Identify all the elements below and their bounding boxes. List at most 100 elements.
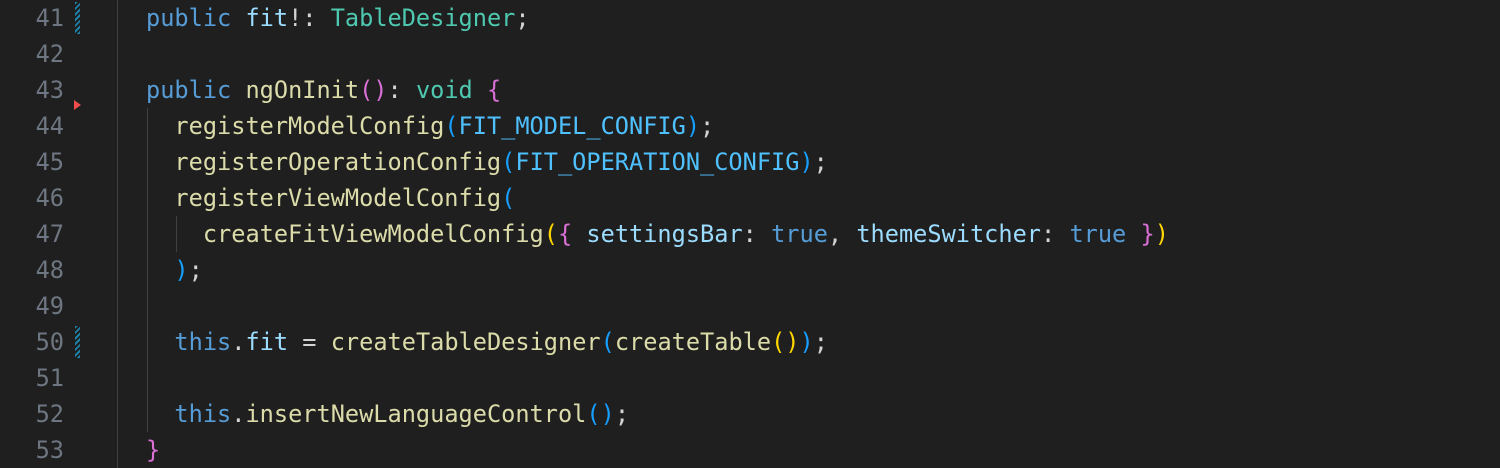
code-text: registerOperationConfig(FIT_OPERATION_CO… (146, 144, 828, 180)
code-token: createTableDesigner (330, 328, 601, 356)
code-text: createFitViewModelConfig({ settingsBar: … (146, 216, 1169, 252)
code-token: fit (245, 4, 289, 32)
code-token: ; (813, 328, 828, 356)
code-line[interactable]: 53} (0, 432, 1500, 468)
code-token: () (586, 400, 615, 428)
line-number[interactable]: 50 (0, 324, 64, 360)
code-token: public (146, 4, 232, 32)
code-token: this (174, 328, 232, 356)
code-line[interactable]: 48 ); (0, 252, 1500, 288)
line-number[interactable]: 53 (0, 432, 64, 468)
code-token: ) (174, 256, 189, 284)
code-token: . (231, 328, 246, 356)
code-token: registerOperationConfig (174, 148, 502, 176)
code-text: this.fit = createTableDesigner(createTab… (146, 324, 828, 360)
code-token: } (1140, 220, 1155, 248)
code-token: () (359, 76, 388, 104)
code-token: true (1069, 220, 1127, 248)
code-token: ; (188, 256, 203, 284)
line-number[interactable]: 43 (0, 72, 64, 108)
code-token: ) (799, 328, 814, 356)
code-line[interactable]: 43 public ngOnInit(): void { (0, 72, 1500, 108)
code-line[interactable]: 51 (0, 360, 1500, 396)
line-number[interactable]: 47 (0, 216, 64, 252)
line-number[interactable]: 45 (0, 144, 64, 180)
code-text: public fit!: TableDesigner; (146, 0, 530, 36)
code-line[interactable]: 46 registerViewModelConfig( (0, 180, 1500, 216)
code-line[interactable]: 42 (0, 36, 1500, 72)
code-token: : (1041, 220, 1070, 248)
code-token: ; (700, 112, 715, 140)
code-token: createTable (614, 328, 772, 356)
code-token: registerViewModelConfig (174, 184, 502, 212)
line-number[interactable]: 49 (0, 288, 64, 324)
code-line[interactable]: 44 registerModelConfig(FIT_MODEL_CONFIG)… (0, 100, 1500, 144)
code-editor[interactable]: 41 public fit!: TableDesigner; 42 43 public … (0, 0, 1500, 468)
code-token: ( (444, 112, 459, 140)
code-token: FIT_MODEL_CONFIG (458, 112, 686, 140)
line-number[interactable]: 48 (0, 252, 64, 288)
code-token: { (486, 76, 502, 104)
code-token: ( (501, 148, 516, 176)
code-token: ; (515, 4, 530, 32)
code-text: this.insertNewLanguageControl(); (146, 396, 629, 432)
code-token: settingsBar (586, 220, 743, 248)
code-text: ); (146, 252, 203, 288)
code-token: ; (813, 148, 828, 176)
code-token: this (174, 400, 232, 428)
code-token: () (771, 328, 800, 356)
code-line[interactable]: 52 this.insertNewLanguageControl(); (0, 396, 1500, 432)
code-line[interactable]: 47 createFitViewModelConfig({ settingsBa… (0, 216, 1500, 252)
code-text: registerViewModelConfig( (146, 180, 515, 216)
code-token: TableDesigner (330, 4, 516, 32)
line-number[interactable]: 51 (0, 360, 64, 396)
line-number[interactable]: 41 (0, 0, 64, 36)
code-token: , (827, 220, 857, 248)
code-token: } (146, 436, 161, 464)
code-token: !: (288, 4, 331, 32)
code-token: = (288, 328, 331, 356)
code-token: ; (614, 400, 630, 428)
code-token: ngOnInit (245, 76, 360, 104)
deleted-lines-indicator[interactable] (74, 100, 81, 110)
line-number[interactable]: 46 (0, 180, 64, 216)
line-number[interactable]: 42 (0, 36, 64, 72)
code-token: createFitViewModelConfig (202, 220, 544, 248)
code-token: insertNewLanguageControl (245, 400, 587, 428)
code-token: : (387, 76, 416, 104)
modified-line-indicator[interactable] (75, 2, 80, 34)
line-number[interactable]: 44 (0, 108, 64, 144)
modified-line-indicator[interactable] (75, 326, 80, 358)
code-token: FIT_OPERATION_CONFIG (515, 148, 800, 176)
code-token: ) (685, 112, 701, 140)
code-line[interactable]: 50 this.fit = createTableDesigner(create… (0, 324, 1500, 360)
code-text: public ngOnInit(): void { (146, 72, 501, 108)
code-line[interactable]: 45 registerOperationConfig(FIT_OPERATION… (0, 144, 1500, 180)
code-token: themeSwitcher (856, 220, 1042, 248)
code-token: public (146, 76, 232, 104)
code-token: ( (501, 184, 516, 212)
code-token: ) (1154, 220, 1169, 248)
code-token: true (771, 220, 828, 248)
line-number[interactable]: 52 (0, 396, 64, 432)
code-token: : (742, 220, 772, 248)
code-token: ( (543, 220, 558, 248)
code-text: registerModelConfig(FIT_MODEL_CONFIG); (146, 108, 714, 144)
code-token: void (415, 76, 473, 104)
code-line[interactable]: 49 (0, 288, 1500, 324)
code-token: ) (799, 148, 814, 176)
code-token: registerModelConfig (174, 112, 445, 140)
code-token: ( (600, 328, 615, 356)
code-line[interactable]: 41 public fit!: TableDesigner; (0, 0, 1500, 36)
